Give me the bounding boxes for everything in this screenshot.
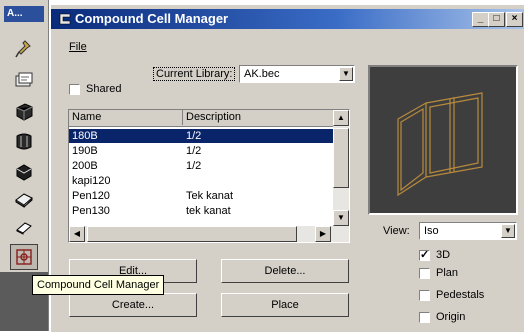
view-value: Iso (424, 225, 439, 237)
compound-cell-manager-icon[interactable] (10, 244, 38, 270)
check-origin-box[interactable] (419, 311, 430, 323)
minimize-button[interactable]: _ (472, 12, 489, 27)
column-header-description[interactable]: Description (183, 110, 333, 125)
vertical-scrollbar[interactable]: ▲ ▼ (333, 110, 349, 226)
scroll-right-icon[interactable]: ▶ (315, 226, 331, 242)
horizontal-scrollbar[interactable]: ◀ ▶ (69, 226, 349, 242)
cell-description: 1/2 (186, 160, 202, 172)
current-library-value: AK.bec (244, 68, 280, 80)
scroll-left-icon[interactable]: ◀ (69, 226, 85, 242)
eraser-icon[interactable] (10, 214, 38, 240)
check-origin-label: Origin (436, 311, 466, 323)
table-row[interactable]: 180B 1/2 (69, 129, 333, 143)
check-plan-box[interactable] (419, 267, 430, 279)
cell-name: 200B (72, 160, 98, 172)
chevron-down-icon[interactable]: ▼ (339, 67, 353, 81)
column-header-name[interactable]: Name (69, 110, 183, 125)
cell-library-icon[interactable] (10, 68, 38, 94)
check-origin[interactable]: Origin (419, 311, 465, 323)
place-button[interactable]: Place (221, 293, 349, 317)
shared-checkbox-box[interactable] (69, 83, 80, 95)
vertical-scroll-thumb[interactable] (333, 128, 349, 188)
horizontal-scroll-thumb[interactable] (87, 226, 297, 242)
cell-description: tek kanat (186, 205, 231, 217)
check-plan[interactable]: Plan (419, 267, 458, 279)
current-library-select[interactable]: AK.bec ▼ (239, 65, 355, 83)
shared-checkbox[interactable]: Shared (69, 83, 121, 95)
current-library-label: Current Library: (153, 67, 236, 81)
place-pin-icon[interactable] (10, 36, 38, 62)
cell-description: 1/2 (186, 130, 202, 142)
cell-name: Pen130 (72, 205, 110, 217)
app-icon (57, 11, 73, 33)
check-3d-label: 3D (436, 249, 451, 261)
cell-name: Pen120 (72, 190, 110, 202)
table-row[interactable]: kapi120 (69, 174, 333, 188)
menu-file[interactable]: File (69, 41, 87, 53)
table-row[interactable]: 200B 1/2 (69, 159, 333, 173)
cell-name: kapi120 (72, 175, 111, 187)
chevron-down-icon[interactable]: ▼ (501, 224, 515, 238)
cell-description: Tek kanat (186, 190, 234, 202)
check-pedestals[interactable]: Pedestals (419, 289, 484, 301)
cylinder-icon[interactable] (10, 128, 38, 154)
door-preview-drawing (397, 92, 483, 197)
delete-button[interactable]: Delete... (221, 259, 349, 283)
check-3d[interactable]: 3D (419, 248, 451, 261)
view-select[interactable]: Iso ▼ (419, 222, 517, 240)
cell-list[interactable]: Name Description 180B 1/2 190B 1/2 200B … (68, 109, 350, 243)
window-title: Compound Cell Manager (75, 11, 229, 26)
table-row[interactable]: Pen120 Tek kanat (69, 189, 333, 203)
box-icon[interactable] (10, 158, 38, 184)
slab-icon[interactable] (10, 186, 38, 212)
scroll-down-icon[interactable]: ▼ (333, 210, 349, 226)
check-3d-box[interactable] (419, 248, 430, 261)
palette-title[interactable]: A... (4, 6, 44, 22)
close-button[interactable]: × (506, 12, 523, 27)
tooltip: Compound Cell Manager (32, 275, 165, 295)
cell-preview (368, 65, 518, 215)
title-bar[interactable]: Compound Cell Manager _ □ × (51, 9, 524, 29)
view-label: View: (383, 225, 410, 237)
check-pedestals-label: Pedestals (436, 289, 485, 301)
solid-block-icon[interactable] (10, 98, 38, 124)
list-header: Name Description (69, 110, 333, 127)
shared-label: Shared (86, 83, 122, 95)
table-row[interactable]: 190B 1/2 (69, 144, 333, 158)
check-pedestals-box[interactable] (419, 289, 430, 301)
create-button[interactable]: Create... (69, 293, 197, 317)
check-plan-label: Plan (436, 267, 459, 279)
scroll-up-icon[interactable]: ▲ (333, 110, 349, 126)
table-row[interactable]: Pen130 tek kanat (69, 204, 333, 218)
cell-description: 1/2 (186, 145, 202, 157)
cell-name: 190B (72, 145, 98, 157)
cell-name: 180B (72, 130, 98, 142)
maximize-button[interactable]: □ (488, 12, 505, 27)
